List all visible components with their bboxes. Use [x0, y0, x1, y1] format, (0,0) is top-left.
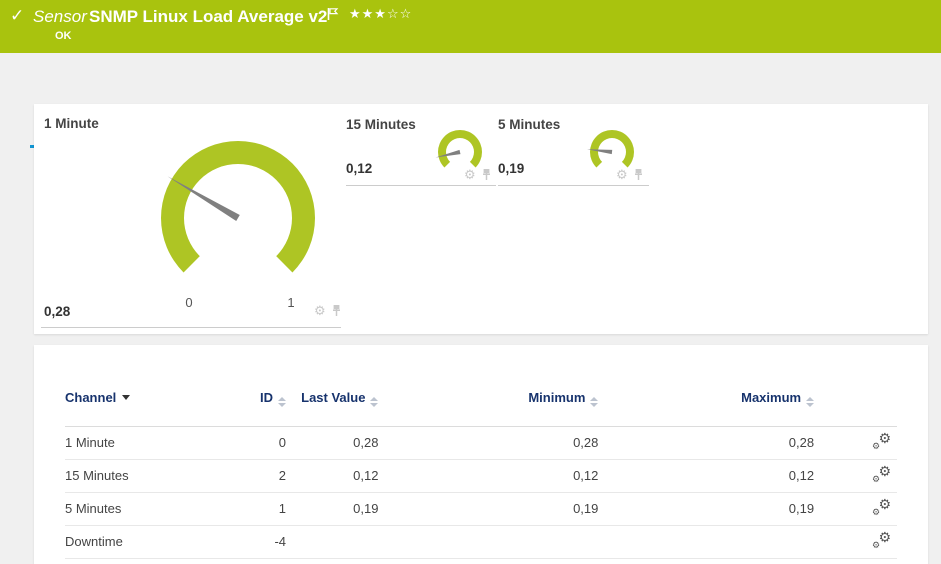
sensor-title: SNMP Linux Load Average v2 [89, 7, 328, 26]
gauge-title-15-minutes: 15 Minutes [346, 117, 416, 132]
gauge-scale-min: 0 [185, 295, 193, 310]
pin-icon[interactable] [482, 168, 491, 181]
sort-icons [590, 397, 599, 407]
cell-last: 0,28 [353, 435, 379, 450]
status-check-icon: ✓ [10, 6, 25, 25]
pin-icon[interactable] [634, 168, 643, 181]
gauge-scale-max: 1 [287, 295, 295, 310]
gear-icon[interactable]: ⚙ [464, 168, 476, 181]
gauge-1-minute [161, 141, 315, 273]
column-header-minimum[interactable]: Minimum [378, 390, 599, 426]
gauge-tools-15-minutes: ⚙ [464, 168, 491, 181]
cell-channel: 5 Minutes [65, 501, 122, 516]
gear-icon[interactable]: ⚙ [616, 168, 628, 181]
sensor-page: ✓ Sensor SNMP Linux Load Average v2 ★★★☆… [0, 0, 941, 564]
sort-icons [806, 397, 815, 407]
panel-divider [41, 327, 341, 328]
table-row[interactable]: 1 Minute 0 0,28 0,28 0,28 ⚙ ⚙ [65, 426, 897, 459]
recommend-flag-icon[interactable] [327, 7, 339, 21]
cell-id: 0 [278, 435, 286, 450]
cell-actions: ⚙ ⚙ [814, 459, 897, 492]
tab-bar: Overview Live Data 2 days 30 days 365 da… [0, 53, 941, 148]
sensor-status-text: OK [55, 30, 72, 42]
channel-settings-gears-icon[interactable]: ⚙ ⚙ [872, 463, 891, 484]
cell-min [378, 525, 598, 558]
stars-empty: ☆☆ [386, 6, 413, 21]
cell-max [598, 525, 814, 558]
cell-id: 2 [278, 468, 286, 483]
gauge-value-1-minute: 0,28 [44, 304, 71, 319]
cell-min: 0,12 [573, 468, 599, 483]
object-kind-label: Sensor [33, 7, 87, 26]
cell-channel: 1 Minute [65, 435, 115, 450]
cell-max: 0,28 [788, 435, 815, 450]
cell-min: 0,19 [573, 501, 599, 516]
gauge-value-15-minutes: 0,12 [346, 161, 373, 176]
cell-actions: ⚙ ⚙ [814, 492, 897, 525]
cell-actions: ⚙ ⚙ [814, 426, 897, 459]
cell-last: 0,12 [353, 468, 379, 483]
cell-max: 0,19 [788, 501, 815, 516]
gauge-tools-5-minutes: ⚙ [616, 168, 643, 181]
pin-icon[interactable] [332, 304, 341, 317]
gear-icon[interactable]: ⚙ [314, 304, 326, 317]
gauge-value-5-minutes: 0,19 [498, 161, 525, 176]
channel-table-body: 1 Minute 0 0,28 0,28 0,28 ⚙ ⚙ 15 Minutes 2 0,12 0,… [65, 426, 897, 558]
channel-table: Channel ID Last Value Minimum Maximum 1 … [65, 390, 897, 559]
cell-actions: ⚙ ⚙ [814, 525, 897, 558]
sensor-status-header: ✓ Sensor SNMP Linux Load Average v2 ★★★☆… [0, 0, 941, 53]
stars-filled: ★★★ [349, 6, 387, 21]
channel-settings-gears-icon[interactable]: ⚙ ⚙ [872, 430, 891, 451]
channel-settings-gears-icon[interactable]: ⚙ ⚙ [872, 529, 891, 550]
column-header-last-value[interactable]: Last Value [286, 390, 379, 426]
cell-channel: 15 Minutes [65, 468, 129, 483]
column-header-id[interactable]: ID [224, 390, 286, 426]
column-header-maximum[interactable]: Maximum [598, 390, 815, 426]
column-header-actions [814, 390, 897, 426]
cell-id: -4 [274, 534, 286, 549]
channel-settings-gears-icon[interactable]: ⚙ ⚙ [872, 496, 891, 517]
gauge-title-5-minutes: 5 Minutes [498, 117, 561, 132]
gauges-card: 1 Minute 0 1 0,28 ⚙ 15 Minutes 0,12 ⚙ 5 … [34, 104, 928, 334]
table-row[interactable]: Downtime -4 ⚙ ⚙ [65, 525, 897, 558]
channel-table-header-row: Channel ID Last Value Minimum Maximum [65, 390, 897, 426]
cell-id: 1 [278, 501, 286, 516]
sort-desc-icon [122, 395, 131, 400]
sort-icons [370, 397, 379, 407]
channels-card: Channel ID Last Value Minimum Maximum 1 … [34, 345, 928, 564]
cell-last: 0,19 [353, 501, 379, 516]
table-row[interactable]: 5 Minutes 1 0,19 0,19 0,19 ⚙ ⚙ [65, 492, 897, 525]
cell-last [286, 525, 378, 558]
table-row[interactable]: 15 Minutes 2 0,12 0,12 0,12 ⚙ ⚙ [65, 459, 897, 492]
sort-icons [278, 397, 286, 407]
panel-divider [498, 185, 649, 186]
panel-divider [346, 185, 496, 186]
cell-channel: Downtime [65, 534, 123, 549]
gauge-title-1-minute: 1 Minute [44, 116, 99, 131]
gauge-tools-1-minute: ⚙ [314, 304, 341, 317]
cell-max: 0,12 [788, 468, 815, 483]
cell-min: 0,28 [573, 435, 599, 450]
column-header-channel[interactable]: Channel [65, 390, 224, 426]
priority-stars[interactable]: ★★★☆☆ [349, 6, 412, 22]
